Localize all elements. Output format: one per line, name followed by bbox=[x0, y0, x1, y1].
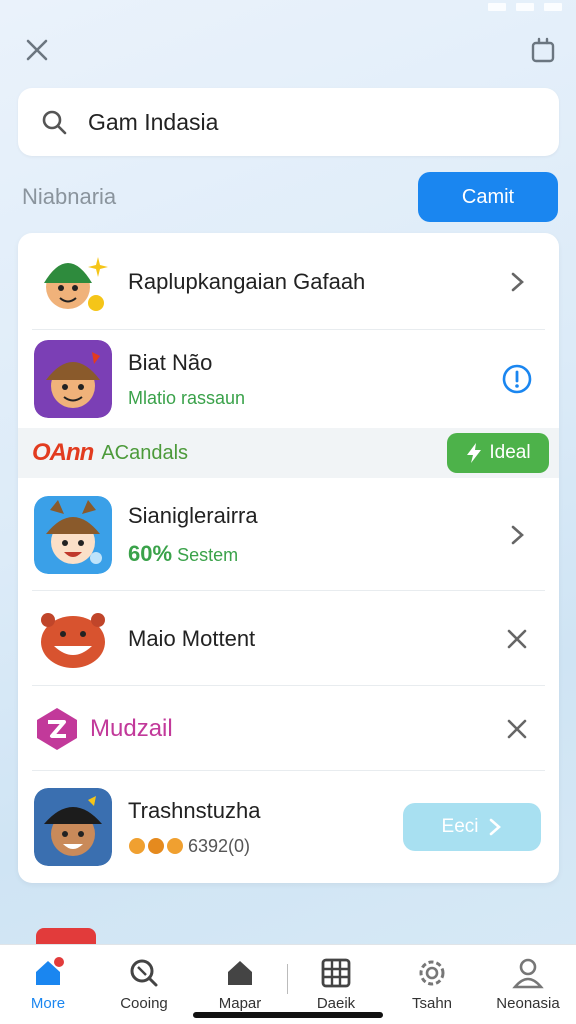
chevron-right-icon bbox=[490, 818, 502, 836]
search-value: Gam Indasia bbox=[88, 108, 219, 135]
item-text: Raplupkangaian Gafaah bbox=[128, 269, 495, 295]
close-icon bbox=[507, 629, 527, 648]
section-title: Niabnaria bbox=[22, 184, 117, 209]
item-title: Maio Mottent bbox=[128, 625, 256, 651]
home-icon bbox=[36, 957, 64, 985]
item-subtitle-text: Sestem bbox=[177, 544, 239, 565]
share-button[interactable] bbox=[528, 35, 558, 65]
info-button[interactable] bbox=[495, 357, 539, 401]
nav-label: Neonasia bbox=[496, 995, 560, 1012]
play-button[interactable]: Eeci bbox=[403, 803, 541, 851]
item-score: 6392(0) bbox=[188, 835, 251, 856]
chevron-right-icon bbox=[511, 525, 524, 544]
section-header: Niabnaria Camit bbox=[22, 172, 558, 222]
close-icon bbox=[507, 719, 527, 738]
list-item[interactable]: Sianiglerairra 60% Sestem bbox=[18, 478, 559, 591]
home-indicator[interactable] bbox=[193, 1012, 383, 1018]
item-subtitle: 60% Sestem bbox=[128, 541, 495, 567]
nav-label: Cooing bbox=[120, 995, 168, 1012]
brand-logo-icon bbox=[37, 707, 77, 750]
user-icon bbox=[512, 958, 544, 989]
item-text: Trashnstuzha 6392(0) bbox=[128, 798, 403, 857]
lightning-icon bbox=[467, 443, 482, 463]
search-icon bbox=[130, 959, 158, 987]
status-bar bbox=[488, 0, 562, 14]
item-text: Maio Mottent bbox=[128, 626, 495, 652]
game-list: Raplupkangaian Gafaah Biat Não Mlatio ra… bbox=[18, 233, 559, 883]
promo-logo: OAnn bbox=[32, 439, 94, 466]
nav-item-neonasia[interactable]: Neonasia bbox=[480, 945, 576, 1024]
item-percent: 60% bbox=[128, 540, 173, 566]
nav-label: More bbox=[30, 995, 66, 1012]
remove-button[interactable] bbox=[495, 707, 539, 751]
list-item[interactable]: Mudzail bbox=[18, 686, 559, 771]
nav-item-more[interactable]: More bbox=[0, 945, 96, 1024]
deal-button-label: Ideal bbox=[489, 442, 531, 463]
game-avatar bbox=[34, 788, 112, 866]
nav-item-tsahn[interactable]: Tsahn bbox=[384, 945, 480, 1024]
decorative-shape bbox=[36, 928, 96, 944]
item-title: Raplupkangaian Gafaah bbox=[128, 268, 366, 294]
bottom-nav: More Cooing Mapar Daeik Tsahn Neonasia bbox=[0, 944, 576, 1024]
remove-button[interactable] bbox=[495, 617, 539, 661]
game-avatar bbox=[34, 340, 112, 418]
nav-label: Mapar bbox=[218, 995, 262, 1012]
nav-item-cooing[interactable]: Cooing bbox=[96, 945, 192, 1024]
promo-text: ACandals bbox=[101, 441, 189, 464]
game-avatar bbox=[44, 256, 108, 311]
item-title: Sianiglerairra bbox=[128, 502, 258, 528]
coin-icon bbox=[129, 838, 183, 854]
item-title: Mudzail bbox=[90, 714, 173, 742]
nav-label: Daeik bbox=[316, 995, 356, 1012]
item-text: Biat Não Mlatio rassaun bbox=[128, 350, 495, 409]
item-title: Trashnstuzha bbox=[128, 797, 261, 823]
search-icon bbox=[42, 110, 67, 135]
close-button[interactable] bbox=[22, 35, 52, 65]
list-item[interactable]: Maio Mottent bbox=[18, 591, 559, 686]
open-button[interactable] bbox=[495, 260, 539, 304]
chevron-right-icon bbox=[511, 272, 524, 291]
list-item[interactable]: Trashnstuzha 6392(0) Eeci bbox=[18, 771, 559, 883]
game-avatar bbox=[34, 495, 112, 574]
item-text: Mudzail bbox=[90, 715, 495, 743]
promo-banner: OAnn ACandals Ideal bbox=[18, 428, 559, 478]
list-item[interactable]: Raplupkangaian Gafaah bbox=[18, 233, 559, 330]
signal-icon bbox=[488, 3, 506, 11]
battery-icon bbox=[544, 3, 562, 11]
top-bar bbox=[22, 30, 558, 70]
nav-label: Tsahn bbox=[411, 995, 453, 1012]
list-item[interactable]: Biat Não Mlatio rassaun bbox=[18, 330, 559, 428]
gear-icon bbox=[419, 960, 445, 986]
play-button-label: Eeci bbox=[441, 816, 479, 837]
wifi-icon bbox=[516, 3, 534, 11]
house-icon bbox=[228, 961, 252, 985]
item-subtitle: Mlatio rassaun bbox=[128, 387, 246, 408]
item-subtitle: 6392(0) bbox=[128, 836, 403, 857]
nav-divider bbox=[287, 964, 288, 994]
deal-button[interactable]: Ideal bbox=[447, 433, 549, 473]
item-title: Biat Não bbox=[128, 349, 213, 375]
item-text: Sianiglerairra 60% Sestem bbox=[128, 503, 495, 567]
open-button[interactable] bbox=[495, 513, 539, 557]
close-icon bbox=[26, 39, 48, 61]
info-icon bbox=[502, 364, 532, 394]
grid-icon bbox=[321, 958, 351, 988]
share-icon bbox=[531, 37, 555, 63]
search-input[interactable]: Gam Indasia bbox=[18, 88, 559, 156]
submit-button[interactable]: Camit bbox=[418, 172, 558, 222]
game-avatar bbox=[41, 612, 105, 668]
